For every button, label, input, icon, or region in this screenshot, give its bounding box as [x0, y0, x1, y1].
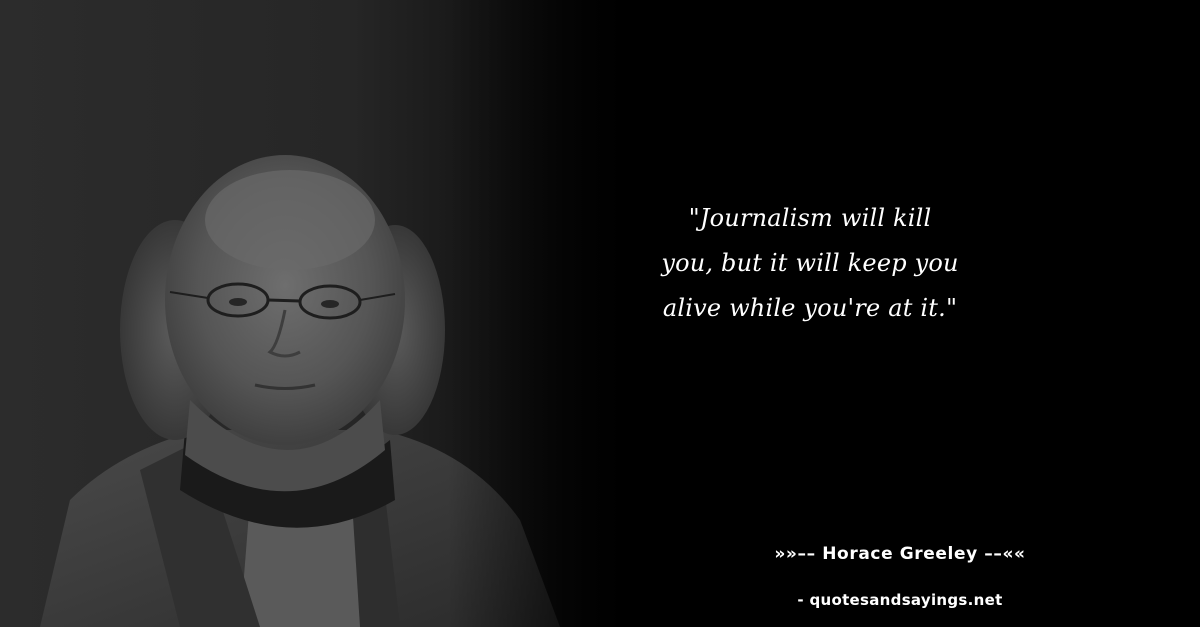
- author-portrait: [0, 0, 640, 627]
- quote-card: "Journalism will kill you, but it will k…: [0, 0, 1200, 627]
- quote-text: "Journalism will kill you, but it will k…: [661, 204, 959, 322]
- source-link[interactable]: - quotesandsayings.net: [700, 591, 1100, 609]
- author-name: »»–– Horace Greeley ––««: [774, 544, 1026, 564]
